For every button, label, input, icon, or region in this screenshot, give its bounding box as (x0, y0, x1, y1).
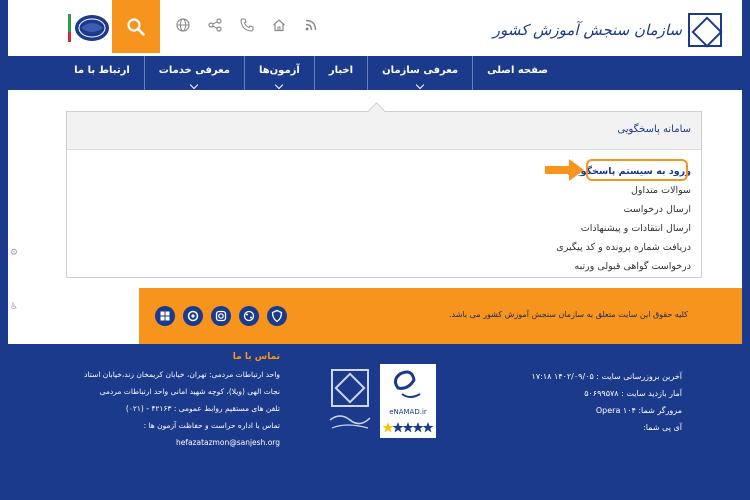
firefox-icon[interactable] (183, 306, 203, 326)
ip-info: آی پی شما: (643, 423, 682, 432)
enamad-badge[interactable]: eNAMAD.ir (380, 364, 436, 438)
arrow-right-icon (545, 159, 584, 181)
contact-security: تماس با اداره حراست و حفاظت آزمون ها : (143, 421, 280, 430)
chevron-down-icon (190, 80, 199, 90)
search-button[interactable] (112, 0, 160, 53)
page: سازمان سنجش آموزش کشور صفحه اصلی معرفی س… (8, 0, 742, 460)
site-logo[interactable]: سازمان سنجش آموزش کشور (493, 10, 722, 50)
nav-item-contact[interactable]: ارتباط با ما (60, 56, 144, 90)
chevron-down-icon (275, 80, 284, 90)
site-header: سازمان سنجش آموزش کشور (8, 0, 742, 56)
menu-item-faq[interactable]: سوالات متداول (556, 181, 691, 200)
contact-address-2: نجات الهی (ویلا)، کوچه شهید امانی واحد ا… (99, 387, 280, 396)
shield-icon[interactable] (267, 306, 287, 326)
panel-notch (367, 102, 386, 121)
chevron-down-icon (415, 80, 425, 90)
menu-item-certificate[interactable]: درخواست گواهی قبولی ورتبه (556, 257, 692, 276)
instagram-icon[interactable] (211, 306, 231, 326)
gear-icon[interactable]: ⚙ (10, 248, 20, 258)
site-footer: تماس با ما واحد ارتباطات مردمی: تهران، خ… (8, 344, 742, 460)
menu-item-tracking-code[interactable]: دریافت شماره پرونده و کد پیگیری (556, 238, 691, 257)
contact-address-1: واحد ارتباطات مردمی: تهران، خیابان کریمخ… (84, 370, 280, 379)
nav-item-news[interactable]: اخبار (313, 56, 367, 90)
site-stats: آخرین بروزرسانی سایت : ۱۴۰۲/۰۹/۰۵ ۱۷:۱۸ … (502, 368, 682, 436)
helpdesk-panel: سامانه پاسخگویی ورود به سیستم پاسخگویی س… (66, 102, 702, 278)
header-icons (173, 18, 321, 38)
nav-items: صفحه اصلی معرفی سازمان اخبار آزمون‌ها مع… (60, 56, 562, 90)
nav-item-exams[interactable]: آزمون‌ها (243, 56, 314, 90)
copyright-bar: کلیه حقوق این سایت متعلق به سازمان سنجش … (139, 288, 742, 344)
contact-phone: تلفن های مستقیم روابط عمومی : ۴۲۱۶۳ - (۰… (125, 404, 280, 413)
search-icon (127, 17, 145, 36)
nav-item-services[interactable]: معرفی خدمات (143, 56, 244, 90)
browser-info: مرورگر شما: Opera ۱۰۴ (595, 406, 682, 415)
national-emblem-logo (66, 10, 112, 46)
globe-icon[interactable] (173, 18, 193, 38)
home-icon[interactable] (269, 18, 289, 38)
panel-title: سامانه پاسخگویی (617, 124, 691, 135)
main-nav: صفحه اصلی معرفی سازمان اخبار آزمون‌ها مع… (8, 56, 742, 90)
last-update: آخرین بروزرسانی سایت : ۱۴۰۲/۰۹/۰۵ ۱۷:۱۸ (531, 372, 682, 381)
menu-item-feedback[interactable]: ارسال انتقادات و پیشنهادات (556, 219, 691, 238)
panel-header: سامانه پاسخگویی (67, 102, 701, 150)
windows-icon[interactable] (155, 306, 175, 326)
logo-text: سازمان سنجش آموزش کشور (492, 21, 682, 39)
contact-email[interactable]: hefazatazmon@sanjesh.org (80, 434, 280, 451)
footer-logo (326, 368, 374, 438)
accessibility-icon[interactable]: ♿ (10, 302, 20, 312)
social-links (155, 306, 287, 326)
menu-item-send-request[interactable]: ارسال درخواست (556, 200, 691, 219)
logo-mark-icon (688, 13, 722, 47)
nav-item-home[interactable]: صفحه اصلی (472, 56, 562, 90)
contact-title: تماس با ما (232, 352, 280, 362)
share-icon[interactable] (205, 18, 225, 38)
visit-count: آمار بازدید سایت : ۵۰۶۹۹۵۷۸ (584, 389, 682, 398)
svg-text:eNAMAD.ir: eNAMAD.ir (389, 408, 427, 416)
rss-icon[interactable] (301, 18, 321, 38)
contact-section: تماس با ما واحد ارتباطات مردمی: تهران، خ… (80, 352, 280, 451)
aparat-icon[interactable] (239, 306, 259, 326)
phone-icon[interactable] (237, 18, 257, 38)
nav-item-about[interactable]: معرفی سازمان (367, 56, 472, 90)
copyright-text: کلیه حقوق این سایت متعلق به سازمان سنجش … (449, 310, 688, 319)
highlight-box (586, 159, 688, 181)
